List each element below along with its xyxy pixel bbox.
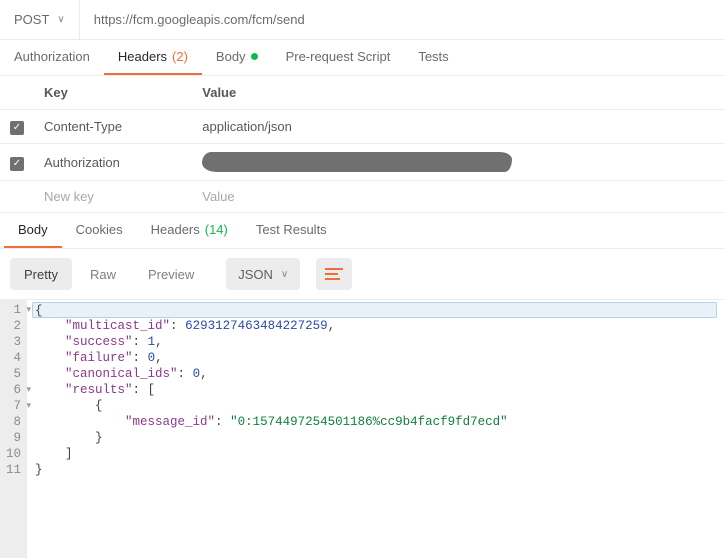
- header-value[interactable]: application/json: [192, 110, 725, 144]
- tab-tests[interactable]: Tests: [404, 40, 462, 75]
- headers-count: (2): [172, 49, 188, 64]
- rtab-headers[interactable]: Headers (14): [137, 213, 242, 248]
- format-select[interactable]: JSON ∨: [226, 258, 300, 290]
- request-tabs: Authorization Headers (2) Body Pre-reque…: [0, 40, 725, 76]
- header-value[interactable]: [192, 144, 725, 181]
- chevron-down-icon: ∨: [57, 14, 64, 25]
- table-row-new[interactable]: New key Value: [0, 181, 725, 213]
- rtab-testresults[interactable]: Test Results: [242, 213, 341, 248]
- column-key: Key: [34, 76, 192, 110]
- response-body: 1 2 3 4 5 6 7 8 9 10 11 { "multicast_id"…: [0, 299, 725, 558]
- table-row[interactable]: ✓ Content-Type application/json: [0, 110, 725, 144]
- tab-prerequest[interactable]: Pre-request Script: [272, 40, 405, 75]
- chevron-down-icon: ∨: [281, 269, 288, 280]
- column-value: Value: [192, 76, 725, 110]
- tab-headers[interactable]: Headers (2): [104, 40, 202, 75]
- view-pretty[interactable]: Pretty: [10, 258, 72, 290]
- tab-body[interactable]: Body: [202, 40, 272, 75]
- new-value-input[interactable]: Value: [192, 181, 725, 213]
- http-method-label: POST: [14, 12, 49, 27]
- response-tabs: Body Cookies Headers (14) Test Results: [0, 213, 725, 249]
- unsaved-dot-icon: [251, 53, 258, 60]
- request-url-input[interactable]: https://fcm.googleapis.com/fcm/send: [80, 12, 319, 27]
- header-key[interactable]: Authorization: [34, 144, 192, 181]
- response-headers-count: (14): [205, 222, 228, 237]
- redacted-value: [202, 152, 512, 172]
- headers-table: Key Value ✓ Content-Type application/jso…: [0, 76, 725, 213]
- header-key[interactable]: Content-Type: [34, 110, 192, 144]
- rtab-cookies[interactable]: Cookies: [62, 213, 137, 248]
- checkbox-icon[interactable]: ✓: [10, 157, 24, 171]
- table-row[interactable]: ✓ Authorization: [0, 144, 725, 181]
- code-content[interactable]: { "multicast_id": 6293127463484227259, "…: [27, 300, 725, 558]
- line-gutter: 1 2 3 4 5 6 7 8 9 10 11: [0, 300, 27, 558]
- wrap-icon: [325, 267, 343, 281]
- wrap-lines-button[interactable]: [316, 258, 352, 290]
- view-preview[interactable]: Preview: [134, 258, 208, 290]
- tab-authorization[interactable]: Authorization: [0, 40, 104, 75]
- http-method-select[interactable]: POST ∨: [0, 0, 80, 39]
- rtab-body[interactable]: Body: [4, 213, 62, 248]
- body-view-toolbar: Pretty Raw Preview JSON ∨: [0, 249, 725, 299]
- view-raw[interactable]: Raw: [76, 258, 130, 290]
- new-key-input[interactable]: New key: [34, 181, 192, 213]
- checkbox-icon[interactable]: ✓: [10, 121, 24, 135]
